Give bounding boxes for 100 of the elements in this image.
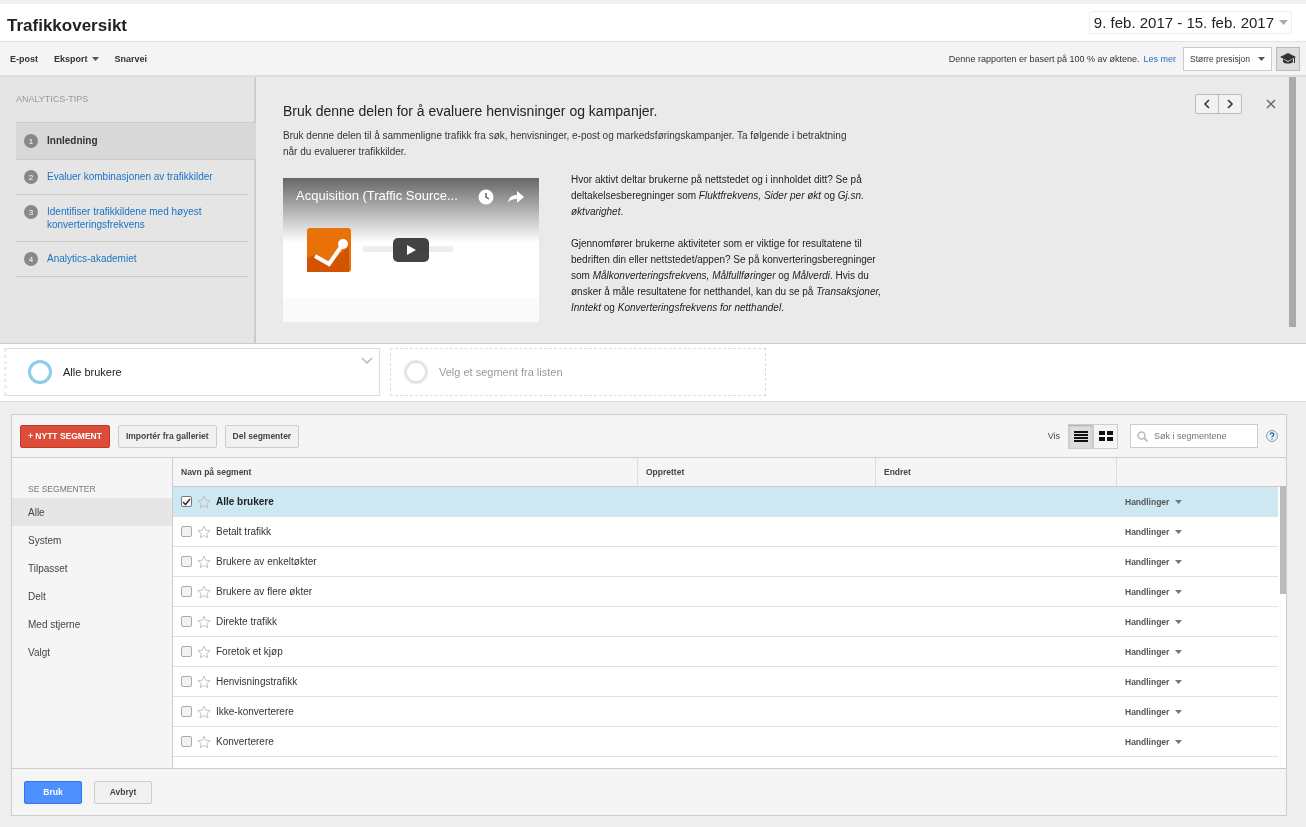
tip-step[interactable]: 2 Evaluer kombinasjonen av trafikkilder [16,160,248,195]
column-header[interactable]: Endret [876,458,1117,486]
actions-menu[interactable]: Handlinger [1117,646,1183,657]
filter-item[interactable]: Tilpasset [12,554,172,582]
checkbox[interactable] [181,526,192,537]
play-button-icon[interactable] [393,238,429,262]
segment-ring-icon [27,359,53,385]
segment-slot[interactable]: Alle brukere [4,348,380,396]
tip-paragraph: Gjennomfører brukerne aktiviteter som er viktige for resultatene til bedriften din eller nettstedet/appen? Se på konverteringsberegninger som Målkonverteringsfrekvens, Målfullføringer og Målverdi. Hvis du ønsker å måle resultatene for netthandel, kan du se på Transaksjoner, Inntekt og Konverteringsfrekvens for netthandel. [571,237,881,315]
checkbox[interactable] [181,556,192,567]
star-icon[interactable] [197,524,211,539]
star-icon[interactable] [197,704,211,719]
segment-name: Henvisningstrafikk [216,676,298,687]
checkbox[interactable] [181,496,192,507]
star-icon[interactable] [197,554,211,569]
caret-icon [1175,559,1183,564]
actions-menu[interactable]: Handlinger [1117,736,1183,747]
tip-step[interactable]: 3 Identifiser trafikkildene med høyest konverteringsfrekvens [16,195,248,242]
segment-row[interactable]: Brukere av flere økter Handlinger [173,577,1278,607]
actions-menu[interactable]: Handlinger [1117,676,1183,687]
date-range-picker[interactable]: 9. feb. 2017 - 15. feb. 2017 [1088,11,1292,34]
segment-row[interactable]: Foretok et kjøp Handlinger [173,637,1278,667]
search-field[interactable]: Søk i segmentene [1130,424,1258,448]
toolbar-action[interactable]: E-post [4,53,44,64]
checkbox[interactable] [181,616,192,627]
star-icon[interactable] [197,584,211,599]
scrollbar[interactable] [1280,486,1286,594]
caret-icon [1258,56,1265,61]
report-title: Trafikkoversikt [7,15,127,36]
video-title: Acquisition (Traffic Source... [296,188,458,203]
grid-icon [1098,431,1113,441]
view-label: Vis [1047,431,1060,441]
tip-step[interactable]: 4 Analytics-akademiet [16,242,248,277]
segment-row[interactable]: Ikke-konverterere Handlinger [173,697,1278,727]
caret-icon [1175,499,1183,504]
segment-row[interactable]: Betalt trafikk Handlinger [173,517,1278,547]
view-toggle[interactable] [1068,423,1093,449]
toolbar-action[interactable]: Snarvei [108,53,154,64]
segment-row[interactable]: Brukere av enkeltøkter Handlinger [173,547,1278,577]
tips-heading: ANALYTICS-TIPS [16,93,90,106]
segment-name: Betalt trafikk [216,526,272,537]
actions-menu[interactable]: Handlinger [1117,616,1183,627]
segment-row[interactable]: Henvisningstrafikk Handlinger [173,667,1278,697]
star-icon[interactable] [197,614,211,629]
segment-name: Foretok et kjøp [216,646,283,657]
actions-menu[interactable]: Handlinger [1117,556,1183,567]
toolbar-button[interactable]: Del segmenter [224,424,300,448]
checkbox[interactable] [181,676,192,687]
close-icon[interactable] [1266,99,1276,109]
segment-name: Ikke-konverterere [216,706,294,717]
learn-more-link[interactable]: Les mer [1143,53,1176,64]
filter-item[interactable]: Delt [12,582,172,610]
caret-icon [1175,679,1183,684]
filter-item[interactable]: Alle [12,498,172,526]
actions-menu[interactable]: Handlinger [1117,706,1183,717]
chevron-icon[interactable] [361,357,373,364]
star-icon[interactable] [197,734,211,749]
caret-icon [1175,529,1183,534]
caret-icon [1175,619,1183,624]
sampling-note: Denne rapporten er basert på 100 % av øktene. [948,53,1140,64]
checkbox[interactable] [181,646,192,657]
toolbar-button[interactable]: + NYTT SEGMENT [20,424,110,448]
tip-step[interactable]: 1 Innledning [16,122,256,160]
filter-item[interactable]: System [12,526,172,554]
filter-item[interactable]: Med stjerne [12,610,172,638]
toolbar-button[interactable]: Importér fra galleriet [117,424,217,448]
academy-button[interactable] [1276,46,1300,71]
segment-name: Brukere av enkeltøkter [216,556,317,567]
column-header[interactable]: Navn på segment [173,458,638,486]
star-icon[interactable] [197,494,211,509]
column-header[interactable]: Opprettet [638,458,876,486]
toolbar-action[interactable]: Eksport [48,53,105,64]
filter-heading: SE SEGMENTER [27,484,97,496]
checkbox[interactable] [181,586,192,597]
pager-control[interactable] [1195,94,1242,114]
search-icon [1137,431,1148,442]
actions-menu[interactable]: Handlinger [1117,526,1183,537]
filter-item[interactable]: Valgt [12,638,172,666]
precision-dropdown[interactable]: Større presisjon [1183,46,1272,71]
actions-menu[interactable]: Handlinger [1117,586,1183,597]
caret-icon [1175,709,1183,714]
list-icon [1073,430,1088,442]
step-label: Analytics-akademiet [47,252,137,265]
checkbox[interactable] [181,736,192,747]
view-toggle[interactable] [1093,423,1118,449]
share-icon[interactable] [508,190,524,204]
segment-row[interactable]: Direkte trafikk Handlinger [173,607,1278,637]
star-icon[interactable] [197,674,211,689]
segment-row[interactable]: Alle brukere Handlinger [173,487,1278,517]
scrollbar[interactable] [1289,77,1296,327]
help-icon[interactable] [1266,430,1278,442]
segment-row[interactable]: Konverterere Handlinger [173,727,1278,757]
step-label: Innledning [47,134,98,147]
clock-icon[interactable] [478,189,494,205]
star-icon[interactable] [197,644,211,659]
checkbox[interactable] [181,706,192,717]
footer-button[interactable]: Avbryt [94,780,152,804]
step-number: 3 [24,205,38,219]
tip-intro: Bruk denne delen til å sammenligne trafikk fra søk, henvisninger, e-post og markedsføringskampanjer. Ta følgende i betraktning når du evaluerer trafikkilder. [283,129,848,159]
actions-menu[interactable]: Handlinger [1117,496,1183,507]
